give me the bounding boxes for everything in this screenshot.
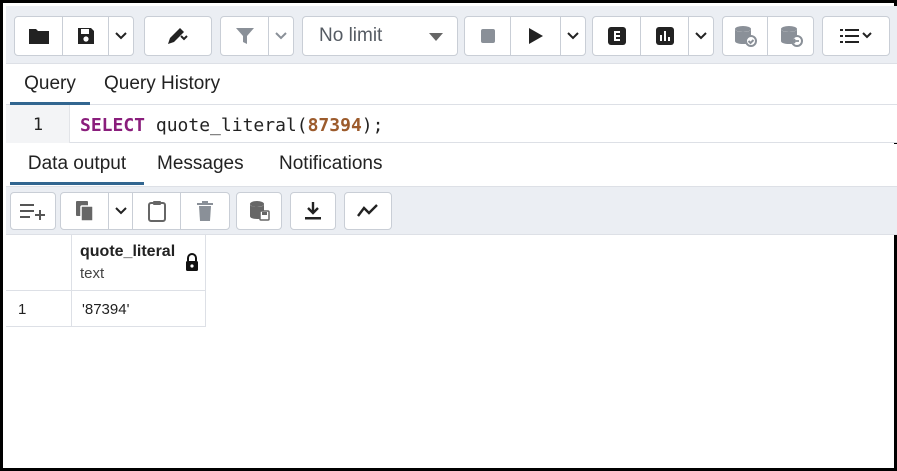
download-icon [305,202,321,220]
add-row-group [10,192,56,230]
paste-button[interactable] [133,193,181,229]
chevron-down-icon [114,207,127,215]
save-data-button[interactable] [237,193,281,229]
graph-group [344,192,392,230]
sql-editor[interactable]: 1 SELECT quote_literal(87394); [6,105,897,143]
stop-icon [480,29,495,43]
edit-button-group [144,16,212,56]
macros-button-group [822,16,890,56]
caret-down-icon [429,33,443,41]
output-tabs: Data output Messages Notifications [6,144,897,187]
tab-notifications-label: Notifications [279,153,383,174]
chevron-down-icon [695,32,707,40]
play-icon [528,28,543,44]
sql-function: quote_literal( [145,115,308,136]
query-toolbar: No limit [6,6,897,64]
download-button[interactable] [291,193,335,229]
execute-button[interactable] [511,17,561,55]
copy-button[interactable] [61,193,109,229]
tab-messages[interactable]: Messages [157,144,244,184]
save-file-button[interactable] [63,17,109,55]
database-check-icon [735,26,757,47]
line-gutter: 1 [6,105,70,143]
explain-options-dropdown[interactable] [689,17,713,55]
row-number-cell[interactable]: 1 [6,291,72,327]
copy-icon [75,201,94,222]
tab-query-history-label: Query History [104,73,221,94]
transaction-button-group [722,16,814,56]
line-chart-icon [357,204,378,217]
table-cell[interactable]: '87394' [72,291,206,327]
stop-button[interactable] [465,17,511,55]
sql-keyword: SELECT [80,115,146,136]
rollback-button[interactable] [768,17,813,55]
tab-query[interactable]: Query [10,64,90,105]
chevron-down-icon [115,32,127,40]
cell-value: '87394' [82,301,130,318]
copy-options-dropdown[interactable] [109,193,133,229]
sql-number: 87394 [307,115,362,136]
row-edit-group [60,192,230,230]
tab-notifications[interactable]: Notifications [279,144,383,184]
sql-tail: ); [361,115,384,136]
explain-button-group [592,16,714,56]
delete-button[interactable] [181,193,229,229]
database-save-icon [250,201,270,221]
save-icon [77,28,94,44]
query-tabs: Query Query History [6,64,897,105]
chevron-down-icon [567,32,579,40]
column-type: text [80,265,105,282]
chevron-down-icon [275,32,287,40]
pencil-icon [168,28,188,44]
clipboard-icon [147,201,166,222]
commit-button[interactable] [723,17,769,55]
explain-analyze-button[interactable] [641,17,689,55]
line-number: 1 [32,115,44,135]
row-limit-select[interactable]: No limit [302,16,458,56]
add-row-icon [20,204,45,220]
tab-query-history[interactable]: Query History [104,64,220,104]
save-options-dropdown[interactable] [109,17,133,55]
lock-icon [186,253,198,271]
tab-query-label: Query [24,73,76,94]
download-group [290,192,336,230]
folder-icon [28,29,49,44]
trash-icon [197,201,213,221]
tab-messages-label: Messages [157,153,244,174]
execute-options-dropdown[interactable] [561,17,585,55]
add-row-button[interactable] [11,193,55,229]
result-toolbar [6,187,897,235]
filter-button[interactable] [221,17,269,55]
query-tool-window: No limit Query Query History 1 SELECT qu… [0,0,897,471]
column-header[interactable]: quote_literal text [72,235,206,291]
row-number: 1 [18,301,27,318]
open-file-button[interactable] [15,17,63,55]
tab-data-output-label: Data output [27,153,127,174]
edit-menu-button[interactable] [145,17,211,55]
row-limit-value: No limit [319,25,383,46]
explain-button[interactable] [593,17,641,55]
filter-icon [235,28,254,44]
save-data-group [236,192,282,230]
grid-corner-cell[interactable] [6,235,72,291]
bar-chart-icon [655,27,674,45]
graph-visualiser-button[interactable] [345,193,391,229]
explain-icon [607,27,626,45]
database-rollback-icon [780,26,803,47]
file-button-group [14,16,134,56]
filter-dropdown[interactable] [269,17,293,55]
list-icon [840,29,872,43]
macros-menu-button[interactable] [823,17,889,55]
column-name: quote_literal [80,243,176,260]
filter-button-group [220,16,294,56]
tab-data-output[interactable]: Data output [10,144,144,185]
sql-code-line[interactable]: SELECT quote_literal(87394); [80,115,383,136]
execute-button-group [464,16,586,56]
